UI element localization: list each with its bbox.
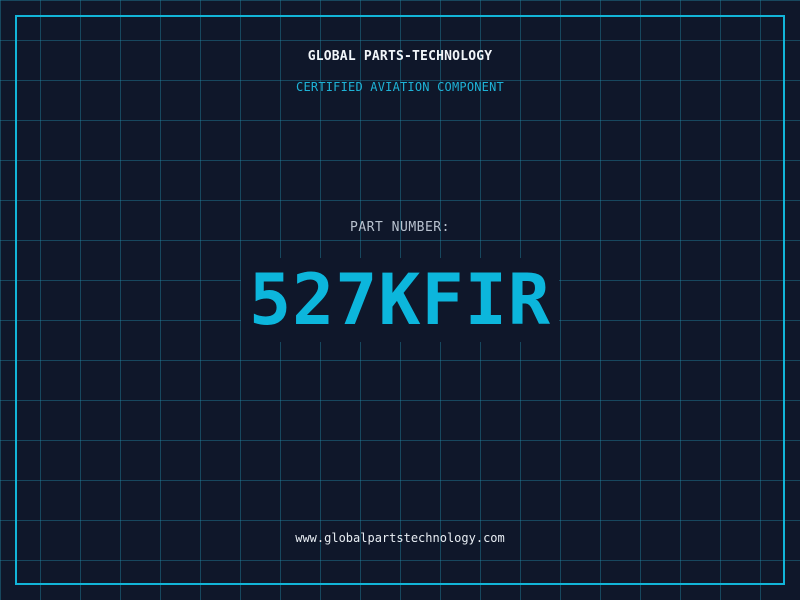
part-number-label: PART NUMBER: — [350, 220, 450, 235]
part-number-container: 527KFIR — [0, 258, 800, 342]
part-number-value: 527KFIR — [240, 258, 559, 342]
company-name: GLOBAL PARTS-TECHNOLOGY — [307, 49, 493, 64]
certification-tagline: CERTIFIED AVIATION COMPONENT — [296, 80, 504, 94]
website-url: www.globalpartstechnology.com — [295, 531, 505, 545]
